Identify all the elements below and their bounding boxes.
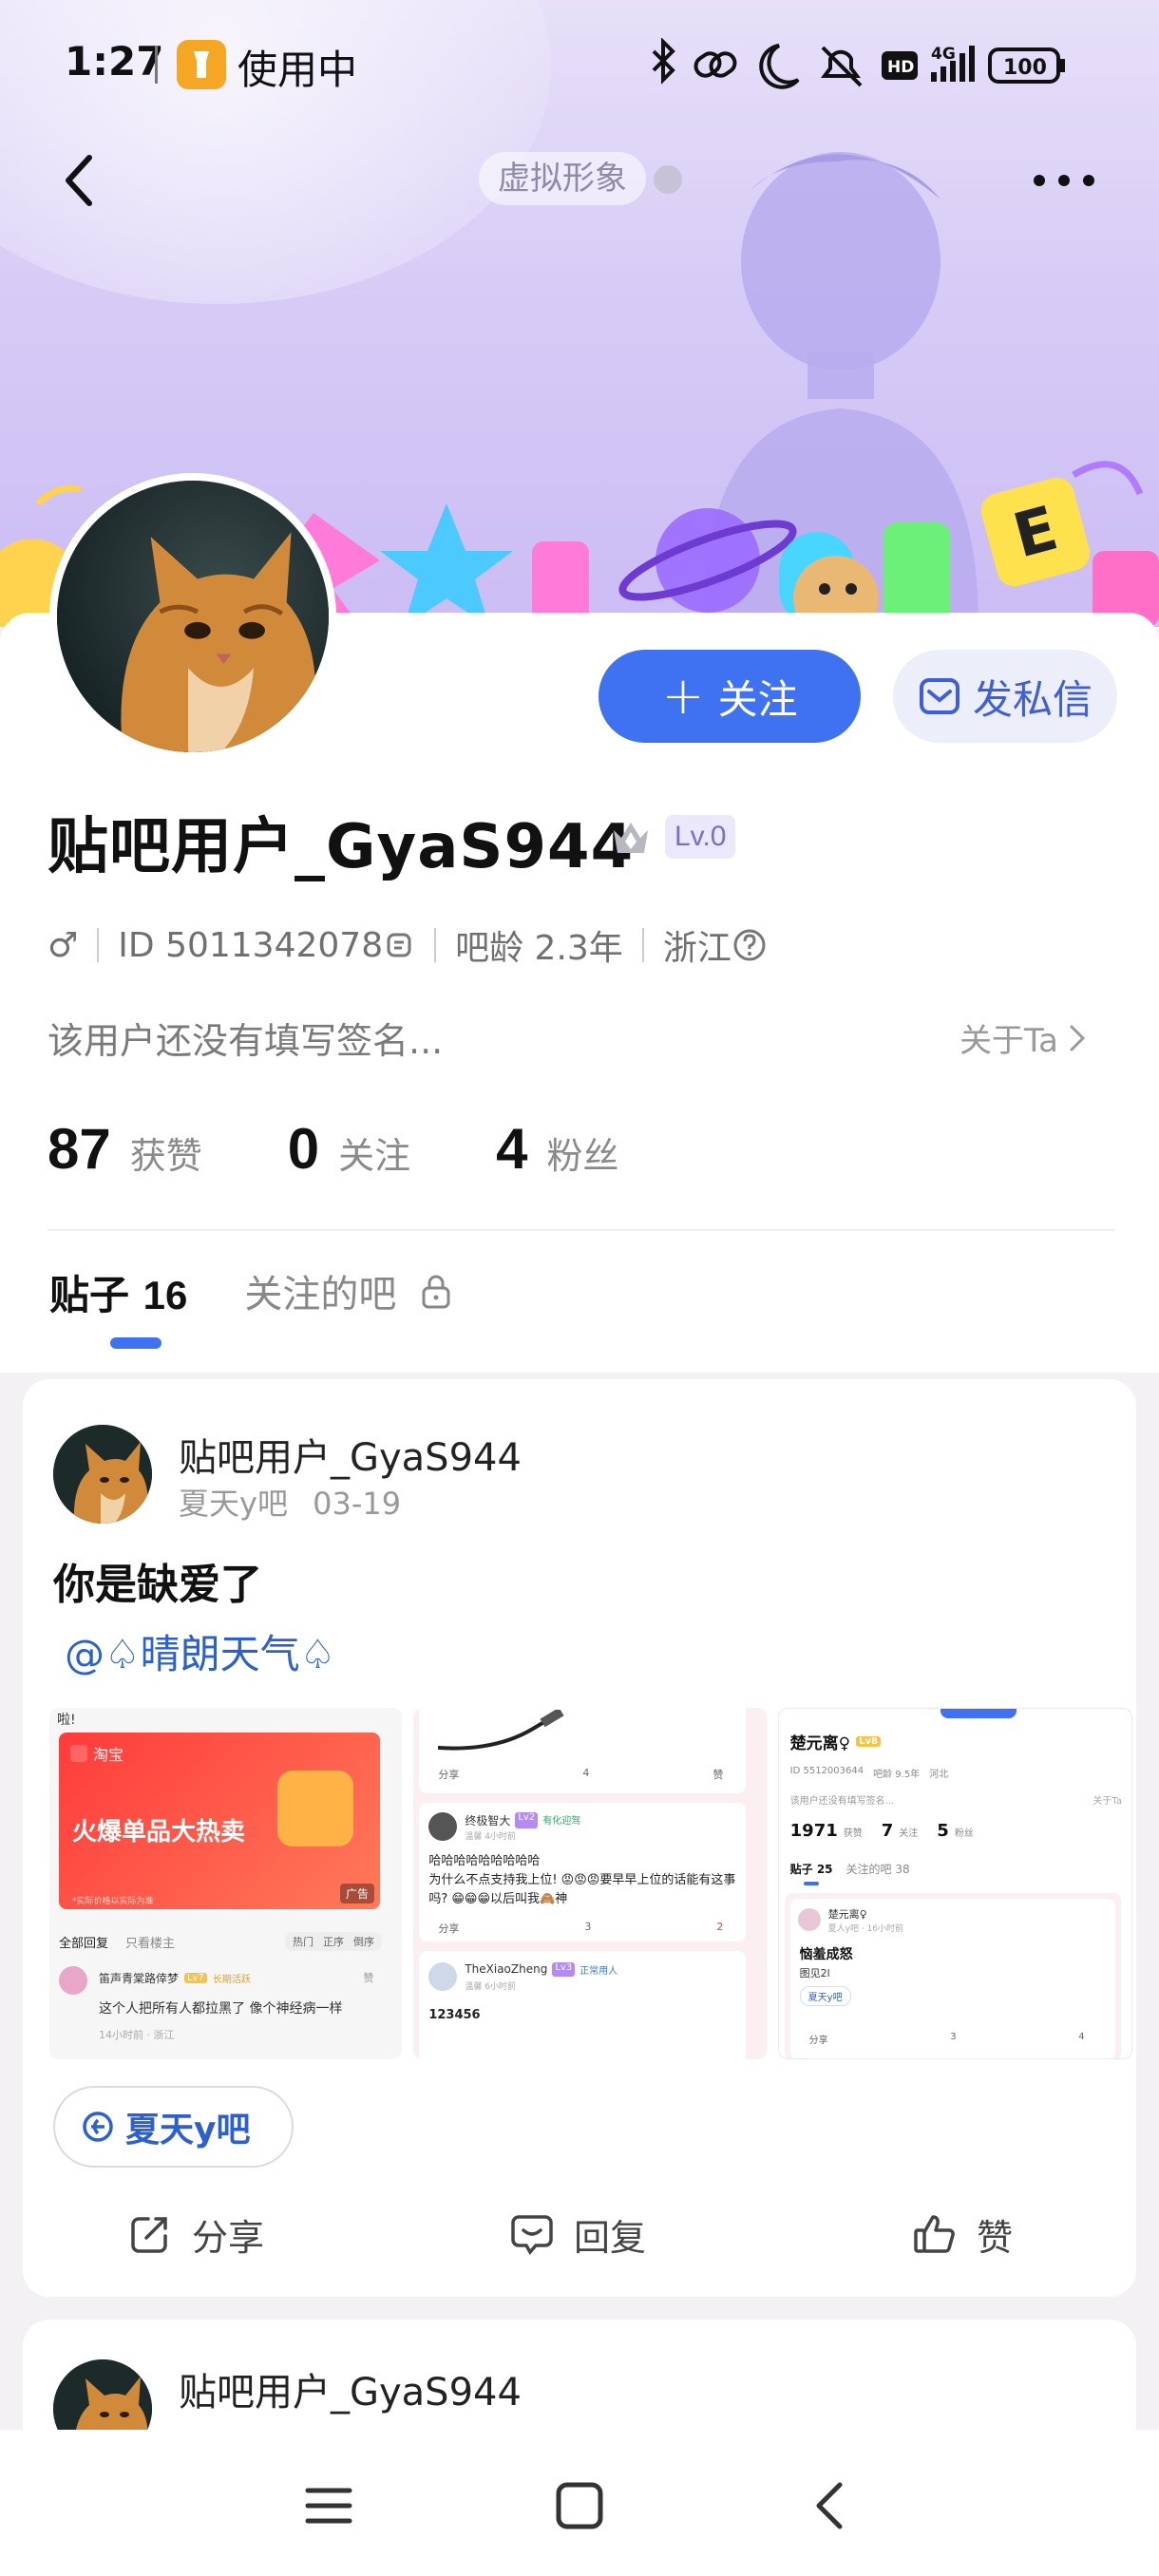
plus-icon: + [661, 666, 705, 726]
cable-image [438, 1710, 564, 1751]
profile-username: 贴吧用户_GyaS944 [48, 812, 635, 882]
gift-box-image [277, 1771, 353, 1847]
message-icon [919, 678, 960, 714]
reply-avatar [428, 1962, 458, 1991]
post-image-1[interactable]: 啦! 淘宝 火爆单品大热卖 *实际价格以实际为准 广告 全部回复 只看楼主 热门… [49, 1708, 403, 2059]
location: 浙江 [662, 929, 732, 968]
profile-avatar[interactable] [49, 473, 336, 760]
copy-icon[interactable] [383, 929, 415, 961]
profile-meta: ♂ ID 5011342078 吧龄 2.3年 浙江 [48, 917, 768, 974]
back-nav-icon[interactable] [804, 2477, 861, 2534]
back-button[interactable] [48, 142, 124, 218]
reply-button[interactable]: 回复 [509, 2196, 646, 2272]
post-images: 啦! 淘宝 火爆单品大热卖 *实际价格以实际为准 广告 全部回复 只看楼主 热门… [49, 1708, 1132, 2059]
share-button[interactable]: 分享 [127, 2196, 264, 2272]
ad-banner[interactable]: 淘宝 火爆单品大热卖 *实际价格以实际为准 广告 [59, 1733, 380, 1909]
status-separator [155, 46, 158, 84]
post-author-name[interactable]: 贴吧用户_GyaS944 [179, 2361, 522, 2416]
share-icon [131, 2217, 167, 2253]
bluetooth-icon [652, 38, 675, 85]
stat-likes[interactable]: 87 获赞 [48, 1116, 202, 1182]
taobao-icon [70, 1745, 87, 1762]
reply-avatar [428, 1812, 458, 1841]
post-date: 03-19 [313, 1486, 402, 1522]
reply-avatar [797, 1908, 821, 1931]
profile-tabs: 贴子 16 关注的吧 [49, 1263, 453, 1368]
top-navigation: 虚拟形象 [0, 133, 1159, 228]
mute-icon [821, 46, 863, 87]
more-icon[interactable] [1026, 150, 1102, 211]
bar-logo-icon [83, 2112, 113, 2142]
about-label: 关于Ta [960, 1022, 1058, 1060]
link-icon [694, 51, 737, 78]
post-card[interactable]: 贴吧用户_GyaS944 夏天y吧 03-19 你是缺爱了 @♤晴朗天气♤ 啦!… [23, 1379, 1136, 2297]
bar-chip[interactable]: 夏天y吧 [53, 2086, 294, 2168]
post-mention[interactable]: @♤晴朗天气♤ [65, 1622, 335, 1680]
private-message-button[interactable]: 发私信 [893, 650, 1117, 743]
post-source: 夏天y吧 03-19 [179, 1480, 401, 1524]
flashlight-icon [177, 40, 226, 89]
virtual-image-dot [654, 165, 682, 194]
level-crown-icon [614, 823, 648, 853]
moon-icon [759, 44, 800, 89]
follow-button[interactable]: + 关注 [598, 650, 861, 743]
post-image-2[interactable]: 分享 4 赞 终极智大 Lv2 有化迎驾 温馨 4小时前 哈哈哈哈哈哈哈哈哈 为什么… [413, 1708, 767, 2059]
stat-following[interactable]: 0 关注 [288, 1116, 410, 1182]
virtual-image-button[interactable]: 虚拟形象 [479, 152, 646, 205]
post-title: 你是缺爱了 [53, 1561, 262, 1609]
message-label: 发私信 [972, 675, 1092, 723]
tab-liked-bars[interactable]: 关注的吧 [244, 1263, 453, 1318]
home-icon[interactable] [551, 2477, 608, 2534]
signature-text: 该用户还没有填写签名... [48, 1020, 444, 1062]
post-bar-name[interactable]: 夏天y吧 [179, 1486, 288, 1522]
status-bar: 1:27 使用中 HD 4G 100 [0, 0, 1159, 133]
user-id[interactable]: ID 5011342078 [118, 926, 383, 965]
follow-label: 关注 [717, 675, 798, 723]
chevron-right-icon [1070, 1025, 1086, 1051]
tab-posts[interactable]: 贴子 16 [49, 1263, 187, 1349]
gender-icon: ♂ [48, 925, 79, 965]
comment-icon [511, 2215, 553, 2256]
post-author-name[interactable]: 贴吧用户_GyaS944 [179, 1427, 522, 1482]
level-tag: Lv.0 [665, 815, 736, 859]
about-link[interactable]: 关于Ta [960, 1014, 1089, 1061]
menu-icon[interactable] [300, 2477, 357, 2534]
system-navigation-bar [0, 2430, 1159, 2576]
thumbs-up-icon [914, 2215, 955, 2253]
svg-text:100: 100 [1003, 56, 1047, 80]
post-image-3[interactable]: 楚元离♀ Lv8 ID 5512003644 吧龄 9.5年 河北 该用户还没有填写… [777, 1708, 1132, 2059]
reply-avatar [59, 1966, 87, 1995]
status-icons: HD 4G 100 [652, 38, 1065, 89]
status-time: 1:27 [65, 38, 164, 85]
svg-text:HD: HD [887, 58, 914, 77]
lock-icon [422, 1275, 450, 1309]
post-actions: 分享 回复 赞 [23, 2196, 1136, 2272]
status-in-use: 使用中 [238, 47, 358, 93]
divider [48, 1229, 1115, 1231]
profile-stats: 87 获赞 0 关注 4 粉丝 [48, 1116, 705, 1192]
stat-fans[interactable]: 4 粉丝 [496, 1116, 618, 1182]
post-author-avatar[interactable] [53, 1425, 152, 1524]
question-icon[interactable] [732, 927, 768, 963]
tab-active-indicator [110, 1337, 162, 1349]
bar-chip-label: 夏天y吧 [125, 2111, 251, 2150]
like-button[interactable]: 赞 [912, 2196, 1013, 2272]
bar-age: 吧龄 2.3年 [455, 929, 623, 968]
